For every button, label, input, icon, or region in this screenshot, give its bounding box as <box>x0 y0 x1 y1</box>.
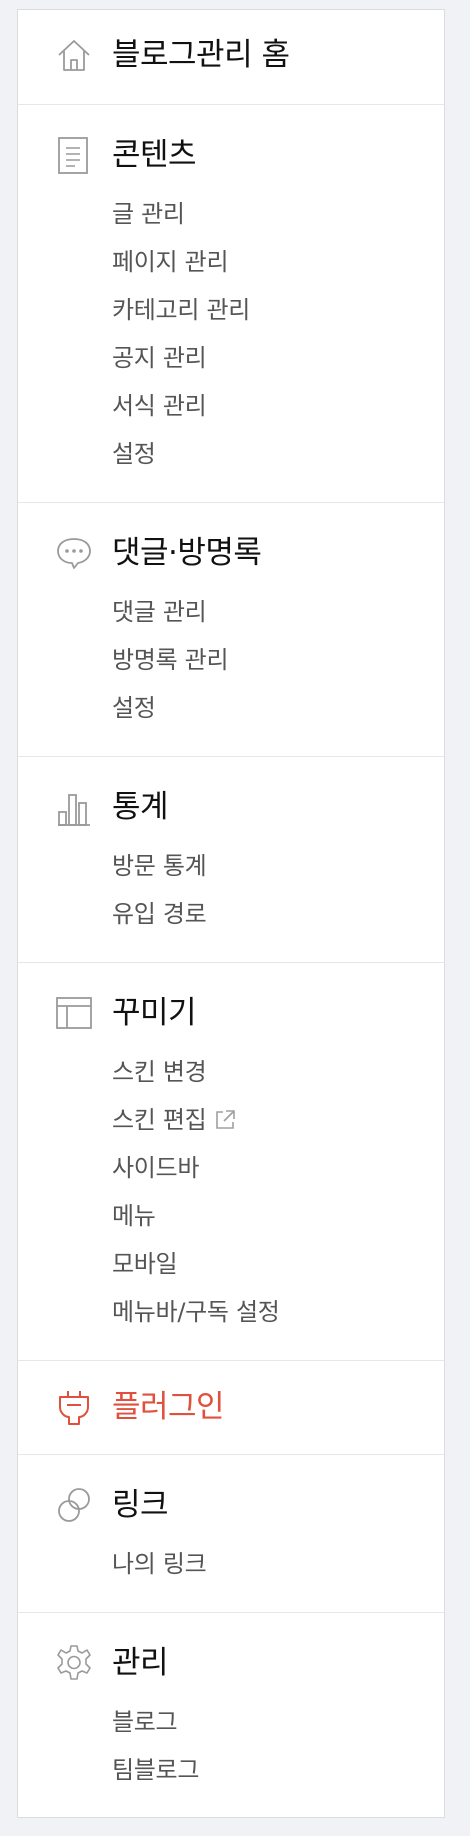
menu-item-template-manage[interactable]: 서식 관리 <box>112 391 207 421</box>
gear-icon <box>55 1643 93 1683</box>
comments-heading[interactable]: 댓글·방명록 <box>18 533 444 573</box>
menu-item-skin-change[interactable]: 스킨 변경 <box>112 1057 207 1087</box>
design-heading[interactable]: 꾸미기 <box>18 993 444 1033</box>
skin-edit-label: 스킨 편집 <box>112 1106 207 1134</box>
external-link-icon <box>214 1108 236 1138</box>
home-link[interactable]: 블로그관리 홈 <box>18 35 444 75</box>
menu-item-category-manage[interactable]: 카테고리 관리 <box>112 295 250 325</box>
stats-title: 통계 <box>112 789 169 825</box>
bar-chart-icon <box>55 787 93 827</box>
menu-item-team-blog[interactable]: 팀블로그 <box>112 1755 199 1785</box>
plug-icon <box>55 1387 93 1427</box>
manage-heading[interactable]: 관리 <box>18 1643 444 1683</box>
menu-item-menu[interactable]: 메뉴 <box>112 1201 156 1231</box>
stats-heading[interactable]: 통계 <box>18 787 444 827</box>
link-title: 링크 <box>112 1487 169 1523</box>
menu-item-visit-stats[interactable]: 방문 통계 <box>112 851 207 881</box>
section-comments: 댓글·방명록 댓글 관리 방명록 관리 설정 <box>18 502 444 756</box>
layout-icon <box>55 993 93 1033</box>
section-stats: 통계 방문 통계 유입 경로 <box>18 756 444 962</box>
menu-item-my-link[interactable]: 나의 링크 <box>112 1549 207 1579</box>
comments-title: 댓글·방명록 <box>112 535 262 571</box>
menu-item-comment-settings[interactable]: 설정 <box>112 693 156 723</box>
menu-item-comment-manage[interactable]: 댓글 관리 <box>112 597 207 627</box>
document-icon <box>55 135 93 175</box>
section-link: 링크 나의 링크 <box>18 1454 444 1612</box>
menu-item-sidebar[interactable]: 사이드바 <box>112 1153 199 1183</box>
design-title: 꾸미기 <box>112 995 197 1031</box>
section-manage: 관리 블로그 팀블로그 <box>18 1612 444 1818</box>
sidebar-menu: 블로그관리 홈 콘텐츠 글 관리 페이지 관리 카테고리 관리 공지 관리 서식… <box>17 9 445 1818</box>
section-plugin: 플러그인 <box>18 1360 444 1454</box>
link-icon <box>55 1485 93 1525</box>
menu-item-post-manage[interactable]: 글 관리 <box>112 199 185 229</box>
menu-item-menubar-subscribe[interactable]: 메뉴바/구독 설정 <box>112 1297 280 1327</box>
section-content: 콘텐츠 글 관리 페이지 관리 카테고리 관리 공지 관리 서식 관리 설정 <box>18 104 444 502</box>
speech-bubble-icon <box>55 533 93 573</box>
menu-item-skin-edit[interactable]: 스킨 편집 <box>112 1105 236 1138</box>
menu-item-notice-manage[interactable]: 공지 관리 <box>112 343 207 373</box>
menu-item-guestbook-manage[interactable]: 방명록 관리 <box>112 645 229 675</box>
menu-item-blog[interactable]: 블로그 <box>112 1707 178 1737</box>
plugin-title: 플러그인 <box>112 1389 225 1425</box>
plugin-link[interactable]: 플러그인 <box>18 1387 444 1427</box>
menu-item-content-settings[interactable]: 설정 <box>112 439 156 469</box>
manage-title: 관리 <box>112 1645 169 1681</box>
home-title: 블로그관리 홈 <box>112 37 290 73</box>
house-icon <box>55 35 93 75</box>
content-title: 콘텐츠 <box>112 137 197 173</box>
menu-item-referrer[interactable]: 유입 경로 <box>112 899 207 929</box>
link-heading[interactable]: 링크 <box>18 1485 444 1525</box>
section-design: 꾸미기 스킨 변경 스킨 편집 사이드바 메뉴 모바일 메뉴바/구독 설정 <box>18 962 444 1360</box>
section-home: 블로그관리 홈 <box>18 10 444 104</box>
menu-item-mobile[interactable]: 모바일 <box>112 1249 178 1279</box>
content-heading[interactable]: 콘텐츠 <box>18 135 444 175</box>
menu-item-page-manage[interactable]: 페이지 관리 <box>112 247 229 277</box>
